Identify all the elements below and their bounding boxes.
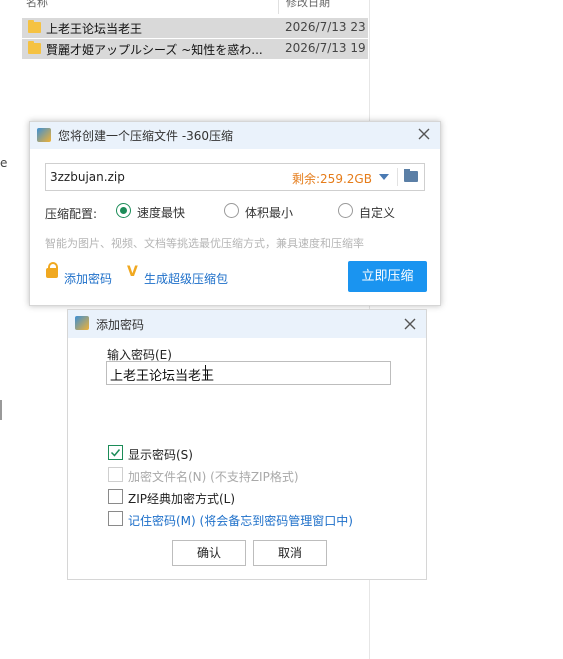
folder-icon (28, 41, 41, 54)
compress-config-label: 压缩配置: (45, 207, 98, 221)
checkbox-box[interactable] (108, 445, 123, 460)
file-date: 2026/7/13 19:5 (285, 41, 367, 55)
compress-dialog-title: 您将创建一个压缩文件 -360压缩 (58, 129, 234, 143)
archive-app-icon (75, 316, 89, 330)
edge-marker (0, 400, 2, 420)
password-input[interactable]: 上老王论坛当老王 (106, 361, 391, 385)
vip-icon: V (127, 264, 138, 280)
compress-dialog-titlebar[interactable]: 您将创建一个压缩文件 -360压缩 (30, 122, 440, 149)
divider (397, 168, 398, 186)
browse-folder-icon[interactable] (404, 169, 418, 182)
compress-now-button[interactable]: 立即压缩 (348, 261, 427, 292)
add-password-link[interactable]: 添加密码 (64, 270, 112, 287)
file-row[interactable]: 賢麗才姫アップルシーズ ~知性を惑わ... 2026/7/13 19:5 (22, 39, 368, 59)
archive-path-field[interactable]: 3zzbujan.zip 剩余:259.2GB (45, 163, 425, 191)
lock-icon[interactable] (46, 262, 58, 278)
edge-text: e (0, 156, 8, 170)
column-separator (278, 0, 279, 14)
column-header-date[interactable]: 修改日期 (286, 0, 330, 9)
compress-dialog: 您将创建一个压缩文件 -360压缩 3zzbujan.zip 剩余:259.2G… (29, 121, 441, 306)
radio-circle[interactable] (338, 203, 353, 218)
password-input-value: 上老王论坛当老王 (110, 369, 215, 384)
checkbox-box[interactable] (108, 489, 123, 504)
folder-icon (28, 20, 41, 33)
radio-label: 体积最小 (245, 206, 294, 220)
close-icon[interactable] (402, 316, 418, 332)
radio-label: 速度最快 (137, 206, 186, 220)
close-icon[interactable] (416, 126, 432, 142)
checkbox-box (108, 467, 123, 482)
radio-label: 自定义 (359, 206, 396, 220)
file-row[interactable]: 上老王论坛当老王 2026/7/13 23:5 (22, 18, 368, 38)
archive-app-icon (37, 128, 51, 142)
password-dialog: 添加密码 输入密码(E) 上老王论坛当老王 显示密码(S) 加密文件名(N) (… (67, 309, 427, 580)
text-caret (205, 365, 206, 380)
free-space-label: 剩余:259.2GB (292, 172, 372, 186)
compression-hint: 智能为图片、视频、文档等挑选最优压缩方式，兼具速度和压缩率 (45, 237, 364, 250)
chevron-down-icon[interactable] (379, 174, 389, 180)
super-package-link[interactable]: 生成超级压缩包 (144, 270, 228, 287)
checkbox-label: 加密文件名(N) (不支持ZIP格式) (128, 470, 299, 484)
radio-circle[interactable] (116, 203, 131, 218)
password-dialog-title: 添加密码 (96, 318, 145, 332)
archive-filename[interactable]: 3zzbujan.zip (50, 170, 125, 184)
checkbox-label: ZIP经典加密方式(L) (128, 492, 236, 506)
radio-circle[interactable] (224, 203, 239, 218)
column-header-name[interactable]: 名称 (26, 0, 48, 9)
file-name: 上老王论坛当老王 (46, 22, 143, 36)
file-name: 賢麗才姫アップルシーズ ~知性を惑わ... (46, 43, 263, 57)
checkbox-label: 记住密码(M) (将会备忘到密码管理窗口中) (128, 514, 353, 528)
file-date: 2026/7/13 23:5 (285, 20, 367, 34)
checkbox-label: 显示密码(S) (128, 448, 193, 462)
ok-button[interactable]: 确认 (172, 540, 246, 566)
password-dialog-titlebar[interactable]: 添加密码 (68, 310, 426, 338)
checkbox-box[interactable] (108, 511, 123, 526)
cancel-button[interactable]: 取消 (253, 540, 327, 566)
